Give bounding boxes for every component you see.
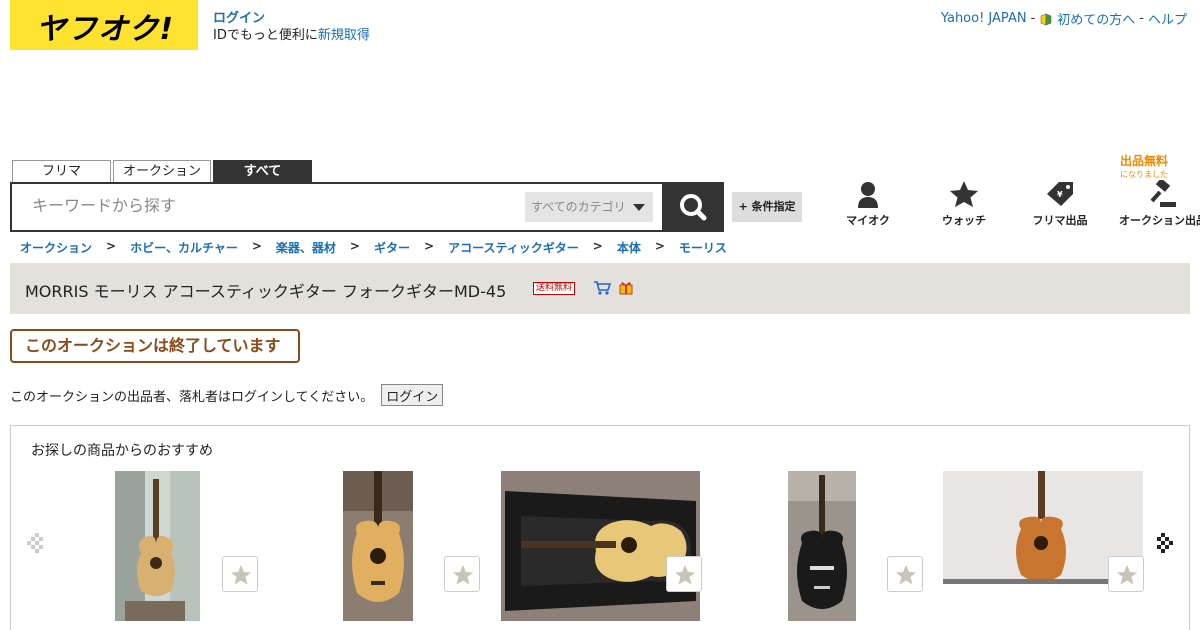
breadcrumb-item[interactable]: ホビー、カルチャー bbox=[130, 239, 238, 256]
nav-furima-listing[interactable]: ¥ フリマ出品 bbox=[1012, 180, 1108, 228]
beginner-mark-icon bbox=[1040, 13, 1052, 25]
first-time-link[interactable]: 初めての方へ bbox=[1057, 9, 1135, 28]
gift-icon bbox=[619, 282, 633, 295]
watch-toggle[interactable] bbox=[666, 556, 702, 592]
chevron-down-icon bbox=[633, 204, 645, 211]
login-link[interactable]: ログイン bbox=[213, 11, 265, 26]
login-message: このオークションの出品者、落札者はログインしてください。 bbox=[10, 389, 374, 405]
product-thumbnail-4[interactable] bbox=[788, 471, 856, 621]
search-input[interactable] bbox=[32, 196, 502, 215]
breadcrumb-separator: > bbox=[349, 239, 360, 253]
nav-furima-listing-label: フリマ出品 bbox=[1032, 214, 1088, 227]
free-badge-main: 出品無料 bbox=[1119, 154, 1168, 168]
free-shipping-badge: 送料無料 bbox=[533, 282, 576, 295]
breadcrumb-separator: > bbox=[654, 239, 665, 253]
search-tabs: フリマ オークション すべて bbox=[12, 160, 312, 182]
id-prompt: IDでもっと便利に bbox=[213, 28, 318, 43]
category-select-value: すべてのカテゴリ bbox=[531, 200, 626, 214]
nav-auction-listing[interactable]: オークション出品 bbox=[1108, 180, 1200, 228]
recommendation-title: お探しの商品からのおすすめ bbox=[31, 443, 213, 459]
star-icon bbox=[231, 565, 251, 585]
breadcrumb-item[interactable]: オークション bbox=[20, 239, 92, 256]
star-icon bbox=[675, 565, 695, 585]
search-box: すべてのカテゴリ bbox=[10, 182, 724, 232]
item-title-bar: MORRIS モーリス アコースティックギター フォークギターMD-45 送料無… bbox=[10, 263, 1190, 314]
tab-auction[interactable]: オークション bbox=[113, 160, 211, 182]
login-button[interactable]: ログイン bbox=[381, 384, 444, 406]
nav-icons: マイオク ウォッチ ¥ フリマ出品 オークション出品 bbox=[820, 180, 1200, 228]
star-icon bbox=[950, 181, 978, 207]
help-link[interactable]: ヘルプ bbox=[1148, 9, 1187, 28]
breadcrumb-separator: > bbox=[424, 239, 435, 253]
breadcrumb-item[interactable]: ギター bbox=[374, 239, 410, 256]
nav-myauction-label: マイオク bbox=[846, 214, 890, 227]
login-block: ログイン IDでもっと便利に新規取得 bbox=[213, 10, 370, 44]
nav-watch[interactable]: ウォッチ bbox=[916, 180, 1012, 228]
star-icon bbox=[1117, 565, 1137, 585]
breadcrumb-separator: > bbox=[592, 239, 603, 253]
yahuoku-logo[interactable]: ヤフオク! bbox=[10, 0, 198, 50]
watch-toggle[interactable] bbox=[222, 556, 258, 592]
tab-all[interactable]: すべて bbox=[213, 160, 312, 182]
nav-auction-listing-label: オークション出品 bbox=[1119, 214, 1200, 227]
gavel-icon bbox=[1150, 180, 1176, 207]
product-thumbnail-2[interactable] bbox=[343, 471, 413, 621]
free-badge-sub: になりました bbox=[1120, 170, 1168, 179]
breadcrumb-separator: > bbox=[106, 239, 117, 253]
search-icon bbox=[680, 194, 707, 221]
person-icon bbox=[858, 182, 878, 208]
breadcrumb-item[interactable]: 楽器、器材 bbox=[276, 239, 336, 256]
condition-button[interactable]: + 条件指定 bbox=[732, 192, 802, 222]
breadcrumb-item[interactable]: 本体 bbox=[617, 239, 641, 256]
breadcrumb-item[interactable]: アコースティックギター bbox=[448, 239, 579, 256]
nav-watch-label: ウォッチ bbox=[942, 214, 986, 227]
carousel-prev-icon[interactable] bbox=[25, 531, 45, 559]
category-select[interactable]: すべてのカテゴリ bbox=[525, 192, 653, 222]
signup-link[interactable]: 新規取得 bbox=[318, 28, 370, 43]
item-title: MORRIS モーリス アコースティックギター フォークギターMD-45 bbox=[25, 282, 507, 301]
recommendation-panel: お探しの商品からのおすすめ bbox=[10, 425, 1190, 630]
login-message-row: このオークションの出品者、落札者はログインしてください。 ログイン bbox=[10, 384, 444, 406]
link-separator: - bbox=[1030, 11, 1036, 26]
star-icon bbox=[896, 565, 916, 585]
nav-myauction[interactable]: マイオク bbox=[820, 180, 916, 228]
yahoo-japan-link[interactable]: Yahoo! JAPAN bbox=[941, 11, 1027, 26]
watch-toggle[interactable] bbox=[444, 556, 480, 592]
product-thumbnail-3[interactable] bbox=[501, 471, 700, 621]
top-links: Yahoo! JAPAN - 初めての方へ - ヘルプ bbox=[941, 9, 1187, 28]
breadcrumb: オークション > ホビー、カルチャー > 楽器、器材 > ギター > アコーステ… bbox=[20, 239, 727, 256]
link-separator: - bbox=[1139, 11, 1144, 26]
search-button[interactable] bbox=[662, 182, 724, 232]
star-icon bbox=[453, 565, 473, 585]
watch-toggle[interactable] bbox=[1108, 556, 1144, 592]
logo-text: ヤフオク! bbox=[36, 12, 175, 47]
tab-furima[interactable]: フリマ bbox=[12, 160, 111, 182]
watch-toggle[interactable] bbox=[887, 556, 923, 592]
carousel-next-icon[interactable] bbox=[1155, 531, 1175, 559]
breadcrumb-separator: > bbox=[251, 239, 262, 253]
free-listing-badge: 出品無料 になりました bbox=[1104, 152, 1184, 180]
cart-icon bbox=[594, 281, 611, 295]
breadcrumb-item[interactable]: モーリス bbox=[679, 239, 727, 256]
price-tag-icon: ¥ bbox=[1047, 182, 1073, 206]
product-thumbnail-1[interactable] bbox=[115, 471, 200, 621]
svg-text:¥: ¥ bbox=[1057, 190, 1063, 199]
auction-ended-notice: このオークションは終了しています bbox=[10, 329, 300, 363]
